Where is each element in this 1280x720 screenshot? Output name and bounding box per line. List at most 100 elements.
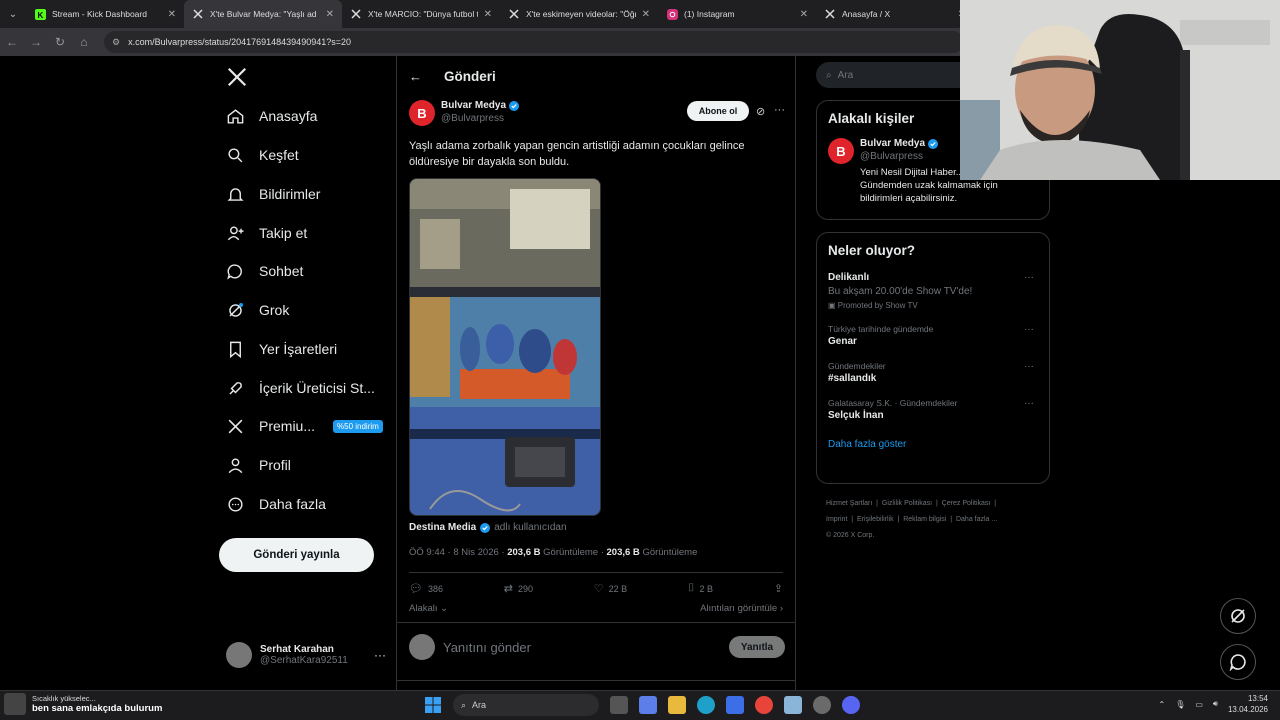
- windows-start-icon[interactable]: [424, 696, 442, 714]
- tab-close-icon[interactable]: ✕: [326, 9, 334, 20]
- nav-item[interactable]: Daha fazla: [226, 489, 326, 519]
- grok-icon[interactable]: ⊘: [756, 105, 765, 118]
- footer-link[interactable]: Hizmet Şartları: [826, 500, 872, 507]
- footer-link[interactable]: Daha fazla ...: [956, 516, 997, 523]
- back-button[interactable]: ←: [0, 28, 24, 56]
- footer-link[interactable]: Gizlilik Politikası: [882, 500, 932, 507]
- nav-item[interactable]: Premiu... %50 indirim: [226, 411, 383, 441]
- footer-link[interactable]: Reklam bilgisi: [903, 516, 946, 523]
- more-options-icon[interactable]: ···: [774, 104, 785, 116]
- microphone-icon[interactable]: 🎙︎: [1175, 700, 1185, 709]
- trend-more-icon[interactable]: ···: [1024, 272, 1034, 283]
- reply-button[interactable]: Yanıtla: [729, 636, 785, 658]
- browser-tab[interactable]: Anasayfa / X✕: [816, 0, 974, 28]
- store-icon[interactable]: [726, 696, 744, 714]
- nav-item[interactable]: Profil: [226, 450, 291, 480]
- file-explorer-icon[interactable]: [668, 696, 686, 714]
- footer-link[interactable]: Çerez Politikası: [942, 500, 991, 507]
- trend-more-icon[interactable]: ···: [1024, 398, 1034, 409]
- taskbar-search[interactable]: ⌕ Ara: [453, 694, 599, 716]
- share-action[interactable]: ⇪: [774, 582, 783, 595]
- url-bar[interactable]: ⚙ x.com/Bulvarpress/status/2041769148439…: [104, 31, 964, 53]
- tab-close-icon[interactable]: ✕: [642, 9, 650, 20]
- site-info-icon[interactable]: ⚙: [112, 37, 120, 48]
- trend-item[interactable]: Galatasaray S.K. · Gündemdekiler Selçuk …: [828, 398, 1038, 421]
- home-button[interactable]: ⌂: [72, 28, 96, 56]
- post-video[interactable]: [409, 178, 601, 516]
- webcam-overlay: [960, 0, 1280, 180]
- account-switcher[interactable]: Serhat Karahan @SerhatKara92511 ···: [226, 642, 386, 668]
- person-avatar[interactable]: B: [828, 138, 854, 164]
- system-tray: ⌃ 🎙︎ ▭ 🔊︎ 13:54 13.04.2026: [1158, 693, 1268, 715]
- trend-more-icon[interactable]: ···: [1024, 324, 1034, 335]
- subscribe-button[interactable]: Abone ol: [687, 101, 749, 121]
- show-more-link[interactable]: Daha fazla göster: [828, 439, 1038, 450]
- person-name[interactable]: Bulvar Medya: [860, 138, 925, 149]
- x-logo-icon[interactable]: [226, 66, 250, 90]
- x-logo-icon: [226, 417, 245, 436]
- tab-close-icon[interactable]: ✕: [800, 9, 808, 20]
- nav-item[interactable]: Keşfet: [226, 140, 299, 170]
- app-icon[interactable]: [784, 696, 802, 714]
- repost-action[interactable]: ⇄ 290: [504, 582, 533, 595]
- volume-icon[interactable]: 🔊︎: [1213, 699, 1218, 709]
- task-view-icon[interactable]: [610, 696, 628, 714]
- browser-tab[interactable]: X'te eskimeyen videolar: "Öğre ✕: [500, 0, 658, 28]
- forward-button[interactable]: →: [24, 28, 48, 56]
- repost-icon: ⇄: [503, 583, 513, 595]
- browser-tab[interactable]: X'te Bulvar Medya: "Yaşlı ad ✕: [184, 0, 342, 28]
- footer-link[interactable]: Erişilebilirlik: [857, 516, 894, 523]
- trend-item[interactable]: Türkiye tarihinde gündemde Genar ···: [828, 324, 1038, 347]
- app-icon-2[interactable]: [813, 696, 831, 714]
- tray-chevron-icon[interactable]: ⌃: [1158, 700, 1165, 709]
- copilot-icon[interactable]: [639, 696, 657, 714]
- nav-item[interactable]: Yer İşaretleri: [226, 334, 337, 364]
- nav-item[interactable]: Takip et: [226, 218, 307, 248]
- view-label: Görüntüleme ·: [543, 547, 604, 558]
- like-action[interactable]: ♡ 22 B: [594, 582, 627, 595]
- browser-tab[interactable]: K Stream - Kick Dashboard ✕: [26, 0, 184, 28]
- tab-close-icon[interactable]: ✕: [168, 9, 176, 20]
- bookmark-action[interactable]: ⌷ 2 B: [688, 582, 713, 595]
- credit-name[interactable]: Destina Media: [409, 522, 476, 533]
- reply-input[interactable]: Yanıtını gönder: [443, 640, 721, 655]
- post-button[interactable]: Gönderi yayınla: [219, 538, 374, 572]
- nav-item[interactable]: Sohbet: [226, 256, 303, 286]
- account-name: Serhat Karahan: [260, 644, 334, 655]
- trend-item[interactable]: Gündemdekiler #sallandık ···: [828, 361, 1038, 384]
- view-quotes-link[interactable]: Alıntıları görüntüle ›: [700, 603, 783, 614]
- nav-item[interactable]: Anasayfa: [226, 101, 317, 131]
- nav-item[interactable]: İçerik Üreticisi St...: [226, 373, 375, 403]
- tab-title: Anasayfa / X: [842, 9, 891, 19]
- author-name[interactable]: Bulvar Medya: [441, 100, 506, 111]
- related-sort-dropdown[interactable]: Alakalı ⌄: [409, 603, 448, 614]
- more-dots-icon[interactable]: ···: [374, 648, 386, 662]
- chat-floating-button[interactable]: [1220, 644, 1256, 680]
- clock-time: 13:54: [1247, 694, 1268, 703]
- reply-action[interactable]: 💬︎ 386: [409, 582, 443, 595]
- browser-tab[interactable]: X'te MARCIO: "Dünya futbol ta ✕: [342, 0, 500, 28]
- trend-item[interactable]: Delikanlı Bu akşam 20.00'de Show TV'de! …: [828, 272, 1038, 310]
- post-time[interactable]: ÖÖ 9:44 · 8 Nis 2026 ·: [409, 547, 505, 558]
- chrome-icon[interactable]: [755, 696, 773, 714]
- trend-promo: ▣ Promoted by Show TV: [828, 301, 918, 310]
- display-icon[interactable]: ▭: [1195, 700, 1203, 709]
- weather-widget[interactable]: Sıcaklık yükselec... ben sana emlakçıda …: [4, 693, 162, 715]
- trend-more-icon[interactable]: ···: [1024, 361, 1034, 372]
- nav-item[interactable]: Bildirimler: [226, 179, 320, 209]
- nav-item[interactable]: Grok: [226, 295, 289, 325]
- browser-tab[interactable]: (1) Instagram ✕: [658, 0, 816, 28]
- divider: [409, 572, 783, 573]
- footer-link[interactable]: Imprint: [826, 516, 847, 523]
- tab-title: Stream - Kick Dashboard: [52, 9, 147, 19]
- tab-title: X'te Bulvar Medya: "Yaşlı ad: [210, 9, 317, 19]
- tab-search-menu-button[interactable]: ⌄: [0, 0, 26, 28]
- tab-close-icon[interactable]: ✕: [484, 9, 492, 20]
- clock[interactable]: 13:54 13.04.2026: [1228, 693, 1268, 715]
- grok-floating-button[interactable]: [1220, 598, 1256, 634]
- discord-icon[interactable]: [842, 696, 860, 714]
- edge-icon[interactable]: [697, 696, 715, 714]
- reload-button[interactable]: ↻: [48, 28, 72, 56]
- back-arrow-icon[interactable]: ←: [409, 69, 422, 84]
- author-avatar[interactable]: B: [409, 100, 435, 126]
